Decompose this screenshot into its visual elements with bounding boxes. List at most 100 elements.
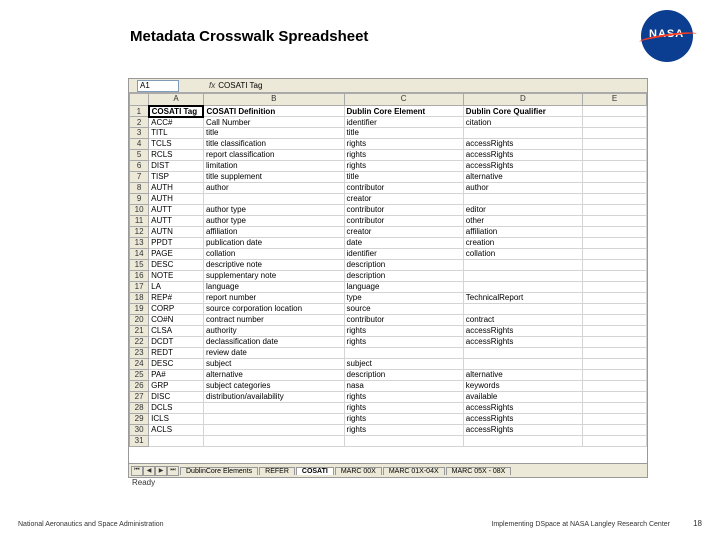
cell[interactable] [583, 392, 647, 403]
row-number[interactable]: 28 [130, 403, 149, 414]
cell[interactable]: CO#N [149, 315, 204, 326]
cell[interactable] [583, 403, 647, 414]
cell[interactable]: affiliation [203, 227, 344, 238]
cell[interactable] [583, 436, 647, 447]
cell[interactable]: source [344, 304, 463, 315]
cell[interactable] [463, 348, 582, 359]
cell[interactable] [583, 205, 647, 216]
cell[interactable] [463, 436, 582, 447]
row-number[interactable]: 25 [130, 370, 149, 381]
col-header-C[interactable]: C [344, 94, 463, 106]
cell[interactable] [583, 304, 647, 315]
cell[interactable]: ICLS [149, 414, 204, 425]
col-header-A[interactable]: A [149, 94, 204, 106]
cell[interactable]: rights [344, 403, 463, 414]
row-number[interactable]: 17 [130, 282, 149, 293]
cell[interactable] [203, 436, 344, 447]
row-number[interactable]: 15 [130, 260, 149, 271]
fx-icon[interactable]: fx [209, 81, 215, 90]
cell[interactable]: rights [344, 414, 463, 425]
cell[interactable] [583, 348, 647, 359]
row-number[interactable]: 9 [130, 194, 149, 205]
cell[interactable]: TCLS [149, 139, 204, 150]
cell[interactable]: rights [344, 161, 463, 172]
row-number[interactable]: 18 [130, 293, 149, 304]
cell[interactable] [583, 150, 647, 161]
cell[interactable] [583, 315, 647, 326]
cell[interactable]: ACC# [149, 117, 204, 128]
cell[interactable]: COSATI Tag [149, 106, 204, 117]
cell[interactable]: affiliation [463, 227, 582, 238]
cell[interactable]: contributor [344, 216, 463, 227]
cell[interactable] [583, 139, 647, 150]
cell[interactable]: AUTT [149, 205, 204, 216]
cell[interactable]: accessRights [463, 161, 582, 172]
cell[interactable]: NOTE [149, 271, 204, 282]
sheet-tab[interactable]: MARC 00X [335, 467, 382, 475]
cell[interactable] [344, 348, 463, 359]
cell[interactable]: accessRights [463, 337, 582, 348]
cell[interactable] [583, 106, 647, 117]
cell[interactable]: other [463, 216, 582, 227]
cell[interactable] [583, 183, 647, 194]
cell[interactable] [203, 414, 344, 425]
cell[interactable]: citation [463, 117, 582, 128]
cell[interactable] [463, 194, 582, 205]
row-number[interactable]: 19 [130, 304, 149, 315]
row-number[interactable]: 10 [130, 205, 149, 216]
name-box[interactable]: A1 [137, 80, 179, 92]
cell[interactable]: author [203, 183, 344, 194]
cell[interactable]: title classification [203, 139, 344, 150]
cell[interactable]: language [203, 282, 344, 293]
sheet-tab[interactable]: COSATI [296, 467, 334, 475]
cell[interactable]: LA [149, 282, 204, 293]
cell[interactable] [583, 249, 647, 260]
cell[interactable]: DCDT [149, 337, 204, 348]
cell[interactable]: declassification date [203, 337, 344, 348]
row-number[interactable]: 30 [130, 425, 149, 436]
cell[interactable]: collation [203, 249, 344, 260]
cell[interactable] [203, 425, 344, 436]
row-number[interactable]: 8 [130, 183, 149, 194]
cell[interactable]: rights [344, 392, 463, 403]
col-header-B[interactable]: B [203, 94, 344, 106]
cell[interactable]: identifier [344, 117, 463, 128]
cell[interactable]: contributor [344, 183, 463, 194]
cell[interactable]: rights [344, 139, 463, 150]
cell[interactable] [203, 403, 344, 414]
cell[interactable]: accessRights [463, 425, 582, 436]
cell[interactable]: DESC [149, 260, 204, 271]
cell[interactable]: CLSA [149, 326, 204, 337]
cell[interactable]: TITL [149, 128, 204, 139]
sheet-tab[interactable]: MARC 01X-04X [383, 467, 445, 475]
row-number[interactable]: 27 [130, 392, 149, 403]
row-number[interactable]: 16 [130, 271, 149, 282]
cell[interactable] [583, 117, 647, 128]
row-number[interactable]: 13 [130, 238, 149, 249]
cell[interactable]: creator [344, 227, 463, 238]
cell[interactable]: review date [203, 348, 344, 359]
cell[interactable] [583, 425, 647, 436]
cell[interactable] [583, 414, 647, 425]
cell[interactable]: rights [344, 150, 463, 161]
cell[interactable]: subject [203, 359, 344, 370]
cell[interactable]: keywords [463, 381, 582, 392]
cell[interactable]: description [344, 370, 463, 381]
grid[interactable]: ABCDE1COSATI TagCOSATI DefinitionDublin … [129, 93, 647, 447]
cell[interactable]: contract number [203, 315, 344, 326]
cell[interactable] [583, 172, 647, 183]
cell[interactable]: Dublin Core Element [344, 106, 463, 117]
cell[interactable]: GRP [149, 381, 204, 392]
cell[interactable]: subject categories [203, 381, 344, 392]
cell[interactable] [583, 359, 647, 370]
cell[interactable]: contributor [344, 205, 463, 216]
row-number[interactable]: 5 [130, 150, 149, 161]
cell[interactable]: DISC [149, 392, 204, 403]
sheet-tab[interactable]: REFER [259, 467, 295, 475]
cell[interactable] [583, 238, 647, 249]
cell[interactable]: accessRights [463, 139, 582, 150]
row-number[interactable]: 23 [130, 348, 149, 359]
cell[interactable]: supplementary note [203, 271, 344, 282]
tab-nav-last-icon[interactable]: ⏭ [167, 466, 179, 476]
cell[interactable]: authority [203, 326, 344, 337]
